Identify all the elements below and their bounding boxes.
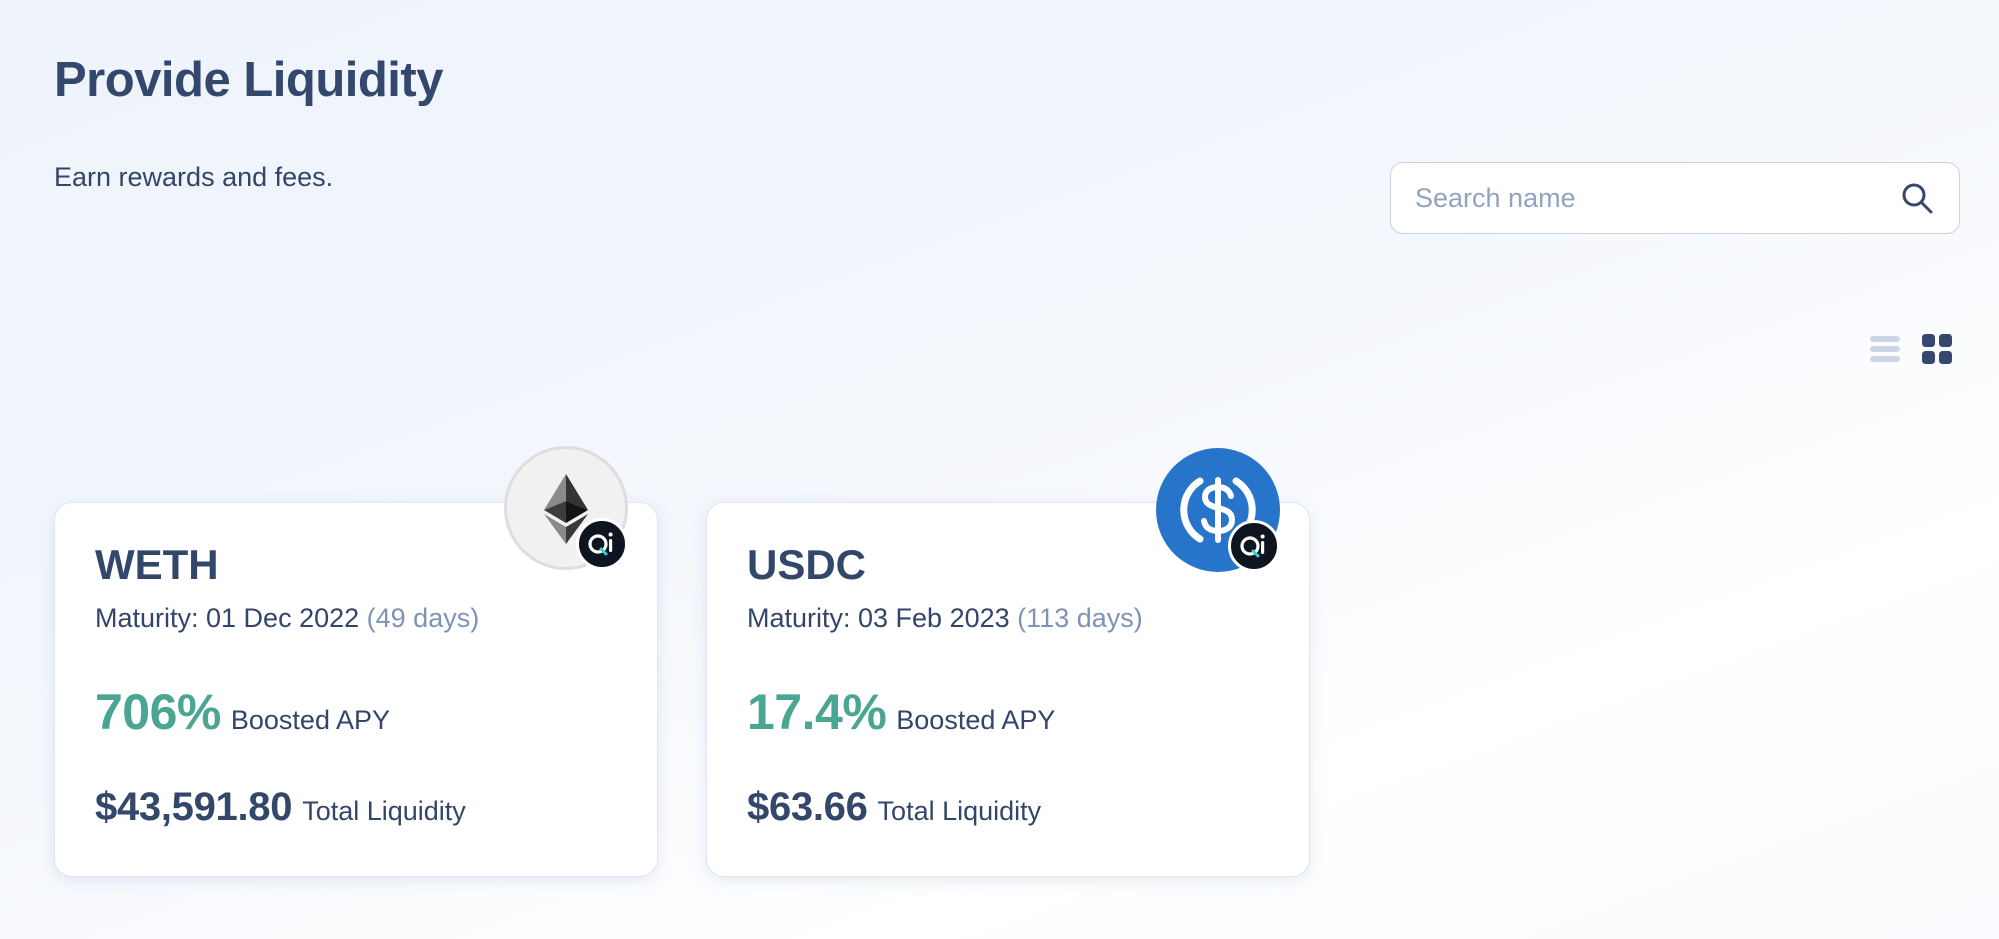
- search-icon[interactable]: [1899, 180, 1935, 216]
- apy-row: 706% Boosted APY: [95, 683, 390, 741]
- apy-value: 706%: [95, 684, 221, 740]
- pool-name: WETH: [95, 541, 219, 588]
- qi-icon: [1228, 520, 1280, 572]
- pool-maturity: Maturity: 03 Feb 2023 (113 days): [747, 603, 1143, 634]
- pool-maturity: Maturity: 01 Dec 2022 (49 days): [95, 603, 479, 634]
- list-view-toggle[interactable]: [1868, 332, 1902, 366]
- grid-view-toggle[interactable]: [1920, 332, 1954, 366]
- apy-row: 17.4% Boosted APY: [747, 683, 1055, 741]
- liquidity-value: $63.66: [747, 785, 868, 829]
- search-box[interactable]: [1390, 162, 1960, 234]
- days-remaining: (49 days): [366, 603, 480, 633]
- liquidity-label: Total Liquidity: [302, 796, 466, 826]
- apy-label: Boosted APY: [230, 705, 391, 735]
- liquidity-label: Total Liquidity: [877, 796, 1042, 826]
- grid-view-icon: [1922, 334, 1952, 364]
- apy-value: 17.4%: [747, 684, 887, 740]
- page-subtitle: Earn rewards and fees.: [54, 162, 334, 192]
- days-remaining: (113 days): [1017, 603, 1143, 633]
- qi-icon: [576, 518, 628, 570]
- maturity-date: Maturity: 01 Dec 2022: [95, 603, 360, 633]
- search-input[interactable]: [1415, 182, 1899, 214]
- liquidity-row: $63.66 Total Liquidity: [747, 785, 1041, 830]
- apy-label: Boosted APY: [896, 705, 1056, 735]
- page-title: Provide Liquidity: [54, 53, 443, 107]
- maturity-date: Maturity: 03 Feb 2023: [747, 603, 1010, 633]
- pool-name: USDC: [747, 541, 867, 588]
- list-view-icon: [1870, 336, 1900, 362]
- liquidity-row: $43,591.80 Total Liquidity: [95, 785, 466, 830]
- liquidity-value: $43,591.80: [95, 785, 293, 829]
